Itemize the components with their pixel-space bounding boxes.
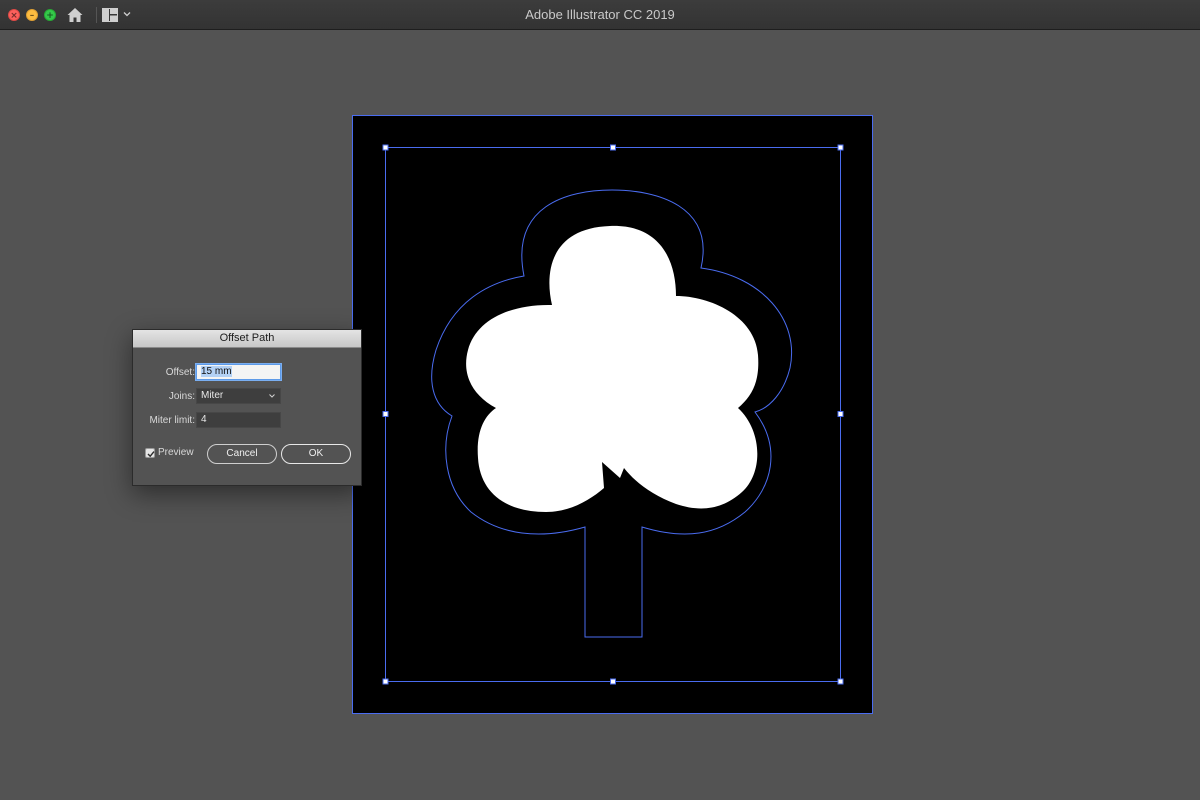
offset-label: Offset:	[165, 367, 195, 378]
offset-input[interactable]: 15 mm	[196, 364, 281, 380]
ok-button[interactable]: OK	[281, 444, 351, 464]
joins-label: Joins:	[168, 391, 195, 402]
preview-checkbox[interactable]	[145, 448, 155, 458]
resize-handle-bottom-right[interactable]	[837, 678, 844, 685]
resize-handle-bottom[interactable]	[610, 678, 616, 685]
offset-path-dialog: Offset Path Offset: 15 mm Joins: Miter M…	[132, 329, 362, 486]
chevron-down-icon	[269, 394, 275, 398]
joins-select-value: Miter	[201, 390, 224, 401]
checkmark-icon	[147, 451, 155, 458]
preview-label[interactable]: Preview	[158, 447, 194, 459]
miter-limit-input[interactable]: 4	[196, 412, 281, 428]
miter-limit-value: 4	[201, 414, 207, 425]
resize-handle-top-right[interactable]	[837, 144, 844, 151]
resize-handle-bottom-left[interactable]	[382, 678, 389, 685]
joins-select[interactable]: Miter	[196, 388, 281, 404]
joins-row: Joins: Miter	[133, 388, 361, 406]
dialog-title[interactable]: Offset Path	[133, 330, 361, 348]
miter-limit-row: Miter limit: 4	[133, 412, 361, 430]
offset-input-value: 15 mm	[201, 366, 232, 377]
resize-handle-right[interactable]	[837, 411, 844, 417]
miter-limit-label: Miter limit:	[149, 415, 195, 426]
resize-handle-top-left[interactable]	[382, 144, 389, 151]
resize-handle-top[interactable]	[610, 144, 616, 151]
resize-handle-left[interactable]	[382, 411, 389, 417]
offset-row: Offset: 15 mm	[133, 364, 361, 382]
cancel-button[interactable]: Cancel	[207, 444, 277, 464]
